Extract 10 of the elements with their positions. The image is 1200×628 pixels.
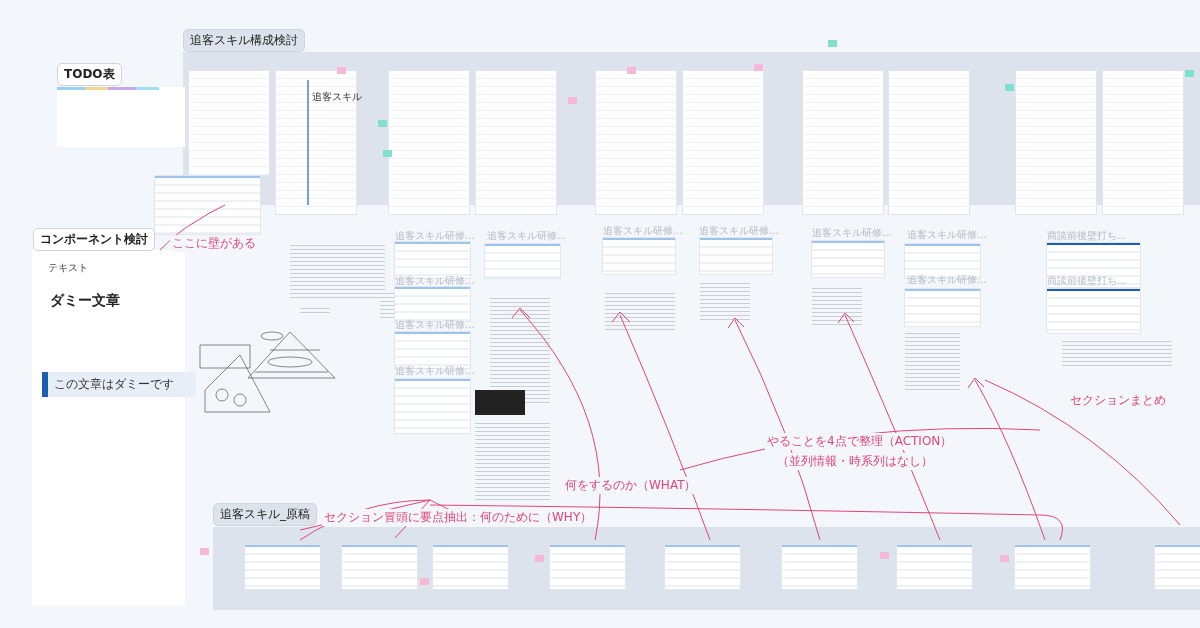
annotation-text: セクションまとめ — [1068, 392, 1168, 409]
doc-heading: この文章はダミーです — [42, 372, 196, 397]
section-label: コンポーネント検討 — [33, 228, 155, 251]
cover-title: 追客スキル — [312, 90, 362, 104]
annotation-text: ここに壁がある — [170, 235, 258, 252]
section-label: 追客スキル構成検討 — [183, 29, 305, 52]
section-label: 追客スキル_原稿 — [213, 503, 317, 526]
doc-title: ダミー文章 — [50, 292, 120, 310]
section-label: TODO表 — [57, 63, 122, 86]
doc-label: テキスト — [48, 261, 88, 275]
